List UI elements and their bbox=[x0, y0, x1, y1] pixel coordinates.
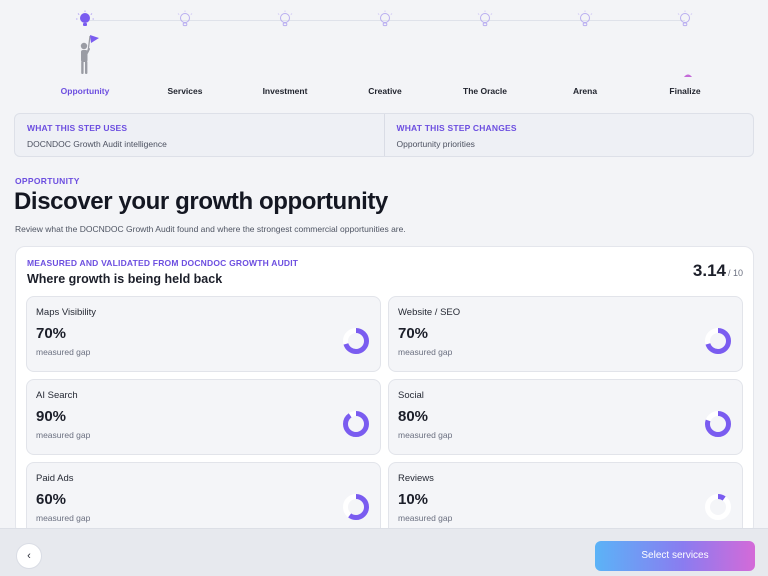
tile-caption: measured gap bbox=[36, 513, 91, 523]
step-label: Creative bbox=[368, 86, 402, 96]
flag-bearer-icon bbox=[80, 35, 99, 74]
gap-ring bbox=[705, 411, 731, 437]
lightbulb-icon bbox=[577, 10, 593, 27]
step-creative[interactable]: Creative bbox=[335, 10, 435, 96]
tile-caption: measured gap bbox=[36, 347, 91, 357]
lightbulb-icon bbox=[277, 10, 293, 27]
gap-tile-reviews[interactable]: Reviews 10% measured gap bbox=[388, 462, 743, 535]
card-eyebrow: MEASURED AND VALIDATED FROM DOCNDOC GROW… bbox=[27, 258, 299, 268]
tile-value: 70% bbox=[36, 325, 67, 342]
back-button[interactable]: ‹ bbox=[16, 543, 42, 569]
page-subtitle: Review what the DOCNDOC Growth Audit fou… bbox=[15, 224, 406, 234]
growth-score: 3.14/ 10 bbox=[693, 261, 743, 281]
lightbulb-icon bbox=[177, 10, 193, 27]
score-scale: / 10 bbox=[727, 268, 743, 278]
step-label: Investment bbox=[262, 86, 308, 96]
page-title: Discover your growth opportunity bbox=[14, 188, 388, 215]
footer-nav: ‹ Select services bbox=[0, 528, 768, 576]
step-info-bar: WHAT THIS STEP USES DOCNDOC Growth Audit… bbox=[14, 113, 754, 157]
gap-tile-paid-ads[interactable]: Paid Ads 60% measured gap bbox=[26, 462, 381, 535]
lightbulb-icon bbox=[76, 10, 94, 26]
step-investment[interactable]: Investment bbox=[235, 10, 335, 96]
gap-tile-ai-search[interactable]: AI Search 90% measured gap bbox=[26, 379, 381, 455]
tile-caption: measured gap bbox=[36, 430, 91, 440]
gap-tile-website-seo[interactable]: Website / SEO 70% measured gap bbox=[388, 296, 743, 372]
step-opportunity[interactable]: Opportunity bbox=[35, 10, 135, 96]
gap-ring bbox=[705, 494, 731, 520]
step-finalize[interactable]: Finalize bbox=[635, 10, 735, 96]
step-arena[interactable]: Arena bbox=[535, 10, 635, 96]
step-the-oracle[interactable]: The Oracle bbox=[435, 10, 535, 96]
finalize-marker-icon bbox=[684, 74, 692, 77]
step-changes-text: Opportunity priorities bbox=[396, 139, 475, 149]
progress-stepper: Opportunity Services Investment Creative bbox=[0, 0, 768, 104]
step-uses-text: DOCNDOC Growth Audit intelligence bbox=[27, 139, 167, 149]
step-services[interactable]: Services bbox=[135, 10, 235, 96]
tile-name: Paid Ads bbox=[36, 473, 74, 484]
tile-name: AI Search bbox=[36, 390, 78, 401]
tile-name: Maps Visibility bbox=[36, 307, 97, 318]
step-changes-title: WHAT THIS STEP CHANGES bbox=[396, 123, 517, 133]
tile-caption: measured gap bbox=[398, 347, 453, 357]
lightbulb-icon bbox=[477, 10, 493, 27]
step-label: Arena bbox=[572, 86, 598, 96]
ring-track bbox=[705, 494, 731, 520]
tile-name: Social bbox=[398, 390, 424, 401]
card-title: Where growth is being held back bbox=[27, 272, 223, 286]
growth-gap-card: MEASURED AND VALIDATED FROM DOCNDOC GROW… bbox=[15, 246, 754, 536]
tile-caption: measured gap bbox=[398, 513, 453, 523]
score-value: 3.14 bbox=[692, 261, 726, 280]
gap-ring bbox=[343, 494, 369, 520]
tile-name: Website / SEO bbox=[398, 307, 461, 318]
lightbulb-icon bbox=[677, 10, 693, 27]
ring-progress-arc bbox=[343, 411, 369, 437]
step-label: Finalize bbox=[669, 86, 701, 96]
step-uses-title: WHAT THIS STEP USES bbox=[27, 123, 128, 133]
step-changes-panel: WHAT THIS STEP CHANGES Opportunity prior… bbox=[383, 114, 754, 156]
tile-value: 90% bbox=[36, 408, 67, 425]
tile-value: 60% bbox=[36, 491, 67, 508]
tile-value: 70% bbox=[398, 325, 429, 342]
step-uses-panel: WHAT THIS STEP USES DOCNDOC Growth Audit… bbox=[15, 114, 384, 156]
tile-value: 10% bbox=[398, 491, 429, 508]
tile-value: 80% bbox=[398, 408, 429, 425]
gap-tile-maps-visibility[interactable]: Maps Visibility 70% measured gap bbox=[26, 296, 381, 372]
step-label: Services bbox=[167, 86, 203, 96]
tile-name: Reviews bbox=[398, 473, 434, 484]
gap-ring bbox=[705, 328, 731, 354]
step-label: Opportunity bbox=[60, 86, 110, 96]
step-label: The Oracle bbox=[463, 86, 507, 96]
section-eyebrow: OPPORTUNITY bbox=[15, 176, 80, 186]
select-services-button[interactable]: Select services bbox=[595, 541, 755, 571]
gap-tile-social[interactable]: Social 80% measured gap bbox=[388, 379, 743, 455]
gap-ring bbox=[343, 328, 369, 354]
tile-caption: measured gap bbox=[398, 430, 453, 440]
chevron-left-icon: ‹ bbox=[27, 550, 31, 562]
lightbulb-icon bbox=[377, 10, 393, 27]
gap-ring bbox=[343, 411, 369, 437]
